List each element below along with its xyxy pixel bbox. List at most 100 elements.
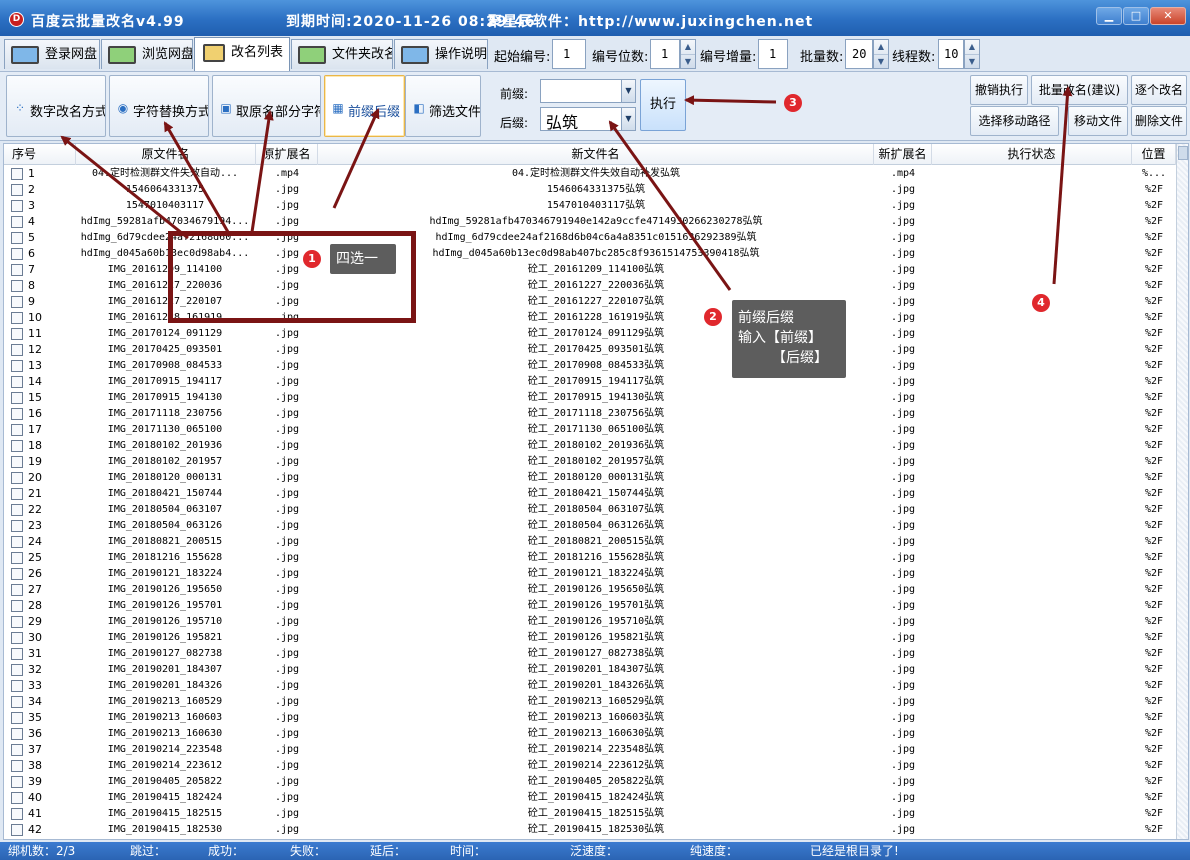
col-original-name[interactable]: 原文件名: [76, 144, 256, 165]
select-move-path-button[interactable]: 选择移动路径: [970, 106, 1059, 136]
batch-count-input[interactable]: 20: [845, 39, 873, 69]
spin-down-icon[interactable]: ▼: [681, 54, 695, 68]
table-row[interactable]: 28 IMG_20190126_195701 .jpg 砼工_20190126_195…: [4, 598, 1176, 614]
batch-count-spinner[interactable]: ▲ ▼: [873, 39, 889, 69]
table-row[interactable]: 16 IMG_20171118_230756 .jpg 砼工_20171118_230…: [4, 406, 1176, 422]
tab-login-netdisk[interactable]: 登录网盘: [4, 39, 100, 69]
undo-execute-button[interactable]: 撤销执行: [970, 75, 1028, 105]
row-checkbox[interactable]: [11, 344, 23, 356]
batch-rename-button[interactable]: 批量改名(建议): [1031, 75, 1128, 105]
number-digits-input[interactable]: 1: [650, 39, 680, 69]
table-row[interactable]: 1 04.定时检测群文件失效自动... .mp4 04.定时检测群文件失效自动补发弘筑…: [4, 166, 1176, 182]
spin-up-icon[interactable]: ▲: [681, 40, 695, 54]
table-row[interactable]: 33 IMG_20190201_184326 .jpg 砼工_20190201_184…: [4, 678, 1176, 694]
move-files-button[interactable]: 移动文件: [1068, 106, 1128, 136]
table-row[interactable]: 11 IMG_20170124_091129 .jpg 砼工_20170124_091…: [4, 326, 1176, 342]
table-row[interactable]: 27 IMG_20190126_195650 .jpg 砼工_20190126_195…: [4, 582, 1176, 598]
table-row[interactable]: 26 IMG_20190121_183224 .jpg 砼工_20190121_183…: [4, 566, 1176, 582]
table-row[interactable]: 37 IMG_20190214_223548 .jpg 砼工_20190214_223…: [4, 742, 1176, 758]
row-checkbox[interactable]: [11, 232, 23, 244]
start-number-input[interactable]: 1: [552, 39, 586, 69]
table-row[interactable]: 13 IMG_20170908_084533 .jpg 砼工_20170908_084…: [4, 358, 1176, 374]
col-new-name[interactable]: 新文件名: [318, 144, 874, 165]
row-checkbox[interactable]: [11, 296, 23, 308]
table-row[interactable]: 32 IMG_20190201_184307 .jpg 砼工_20190201_184…: [4, 662, 1176, 678]
row-checkbox[interactable]: [11, 792, 23, 804]
row-checkbox[interactable]: [11, 712, 23, 724]
row-checkbox[interactable]: [11, 200, 23, 212]
table-row[interactable]: 29 IMG_20190126_195710 .jpg 砼工_20190126_195…: [4, 614, 1176, 630]
row-checkbox[interactable]: [11, 664, 23, 676]
row-checkbox[interactable]: [11, 360, 23, 372]
row-checkbox[interactable]: [11, 216, 23, 228]
row-checkbox[interactable]: [11, 504, 23, 516]
table-row[interactable]: 25 IMG_20181216_155628 .jpg 砼工_20181216_155…: [4, 550, 1176, 566]
minimize-button[interactable]: ▁: [1096, 7, 1122, 25]
char-replace-method-button[interactable]: ◉ 字符替换方式: [109, 75, 209, 137]
number-rename-method-button[interactable]: ⁘ 数字改名方式: [6, 75, 106, 137]
thread-count-spinner[interactable]: ▲ ▼: [964, 39, 980, 69]
row-checkbox[interactable]: [11, 616, 23, 628]
row-checkbox[interactable]: [11, 408, 23, 420]
number-digits-spinner[interactable]: ▲ ▼: [680, 39, 696, 69]
row-checkbox[interactable]: [11, 776, 23, 788]
spin-up-icon[interactable]: ▲: [874, 40, 888, 54]
vertical-scrollbar[interactable]: [1176, 144, 1188, 839]
row-checkbox[interactable]: [11, 568, 23, 580]
col-index[interactable]: 序号: [4, 144, 76, 165]
row-checkbox[interactable]: [11, 520, 23, 532]
spin-down-icon[interactable]: ▼: [874, 54, 888, 68]
table-row[interactable]: 21 IMG_20180421_150744 .jpg 砼工_20180421_150…: [4, 486, 1176, 502]
table-row[interactable]: 20 IMG_20180120_000131 .jpg 砼工_20180120_000…: [4, 470, 1176, 486]
row-checkbox[interactable]: [11, 584, 23, 596]
row-checkbox[interactable]: [11, 536, 23, 548]
spin-up-icon[interactable]: ▲: [965, 40, 979, 54]
row-checkbox[interactable]: [11, 600, 23, 612]
row-checkbox[interactable]: [11, 696, 23, 708]
row-checkbox[interactable]: [11, 328, 23, 340]
row-checkbox[interactable]: [11, 808, 23, 820]
table-row[interactable]: 31 IMG_20190127_082738 .jpg 砼工_20190127_082…: [4, 646, 1176, 662]
table-row[interactable]: 23 IMG_20180504_063126 .jpg 砼工_20180504_063…: [4, 518, 1176, 534]
table-row[interactable]: 14 IMG_20170915_194117 .jpg 砼工_20170915_194…: [4, 374, 1176, 390]
table-row[interactable]: 10 IMG_20161228_161919 .jpg 砼工_20161228_161…: [4, 310, 1176, 326]
tab-browse-netdisk[interactable]: 浏览网盘: [101, 39, 193, 69]
col-location[interactable]: 位置: [1132, 144, 1176, 165]
prefix-suffix-method-button[interactable]: ▦ 前缀后缀: [324, 75, 405, 137]
table-row[interactable]: 40 IMG_20190415_182424 .jpg 砼工_20190415_182…: [4, 790, 1176, 806]
row-checkbox[interactable]: [11, 552, 23, 564]
execute-button[interactable]: 执行: [640, 79, 686, 131]
row-checkbox[interactable]: [11, 744, 23, 756]
row-checkbox[interactable]: [11, 264, 23, 276]
row-checkbox[interactable]: [11, 632, 23, 644]
row-checkbox[interactable]: [11, 472, 23, 484]
table-row[interactable]: 6 hdImg_d045a60b13ec0d98ab4... .jpg hdImg_d…: [4, 246, 1176, 262]
row-checkbox[interactable]: [11, 280, 23, 292]
table-row[interactable]: 24 IMG_20180821_200515 .jpg 砼工_20180821_200…: [4, 534, 1176, 550]
table-row[interactable]: 35 IMG_20190213_160603 .jpg 砼工_20190213_160…: [4, 710, 1176, 726]
chevron-down-icon[interactable]: ▼: [621, 108, 635, 130]
filter-files-method-button[interactable]: ◧ 筛选文件: [405, 75, 481, 137]
row-checkbox[interactable]: [11, 488, 23, 500]
prefix-combo[interactable]: ▼: [540, 79, 636, 103]
table-row[interactable]: 38 IMG_20190214_223612 .jpg 砼工_20190214_223…: [4, 758, 1176, 774]
row-checkbox[interactable]: [11, 760, 23, 772]
table-row[interactable]: 41 IMG_20190415_182515 .jpg 砼工_20190415_182…: [4, 806, 1176, 822]
row-checkbox[interactable]: [11, 440, 23, 452]
table-row[interactable]: 17 IMG_20171130_065100 .jpg 砼工_20171130_065…: [4, 422, 1176, 438]
col-original-ext[interactable]: 原扩展名: [256, 144, 318, 165]
row-checkbox[interactable]: [11, 648, 23, 660]
row-checkbox[interactable]: [11, 184, 23, 196]
row-checkbox[interactable]: [11, 248, 23, 260]
row-checkbox[interactable]: [11, 424, 23, 436]
table-row[interactable]: 7 IMG_20161209_114100 .jpg 砼工_20161209_1141…: [4, 262, 1176, 278]
row-checkbox[interactable]: [11, 392, 23, 404]
suffix-combo[interactable]: 弘筑 ▼: [540, 107, 636, 132]
row-checkbox[interactable]: [11, 376, 23, 388]
table-row[interactable]: 2 1546064331375 .jpg 1546064331375弘筑 .jpg %2F: [4, 182, 1176, 198]
table-row[interactable]: 36 IMG_20190213_160630 .jpg 砼工_20190213_160…: [4, 726, 1176, 742]
table-row[interactable]: 30 IMG_20190126_195821 .jpg 砼工_20190126_195…: [4, 630, 1176, 646]
table-row[interactable]: 9 IMG_20161227_220107 .jpg 砼工_20161227_2201…: [4, 294, 1176, 310]
table-row[interactable]: 22 IMG_20180504_063107 .jpg 砼工_20180504_063…: [4, 502, 1176, 518]
table-row[interactable]: 39 IMG_20190405_205822 .jpg 砼工_20190405_205…: [4, 774, 1176, 790]
